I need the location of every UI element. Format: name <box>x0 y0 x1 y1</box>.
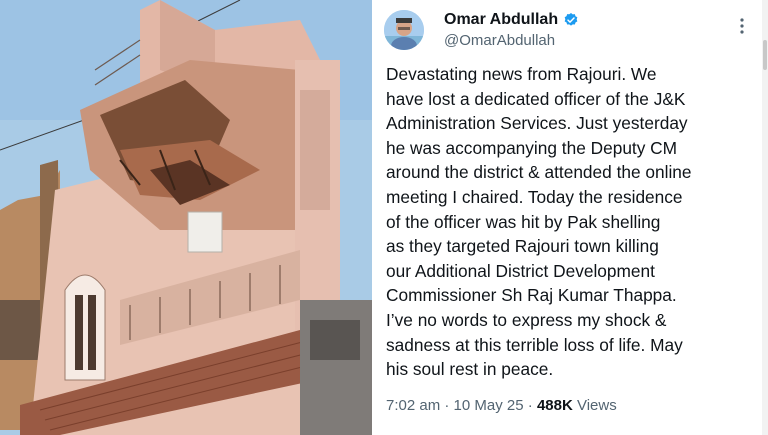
scrollbar-thumb[interactable] <box>763 40 767 70</box>
damaged-building-photo <box>0 0 372 435</box>
verified-badge-icon <box>563 12 579 28</box>
views-label: Views <box>572 397 617 414</box>
tweet-time[interactable]: 7:02 am <box>386 397 440 414</box>
more-options-icon[interactable] <box>740 17 744 35</box>
meta-separator-2: · <box>523 397 537 414</box>
author-name[interactable]: Omar Abdullah <box>444 11 558 29</box>
meta-separator: · <box>440 397 454 414</box>
views-count: 488K <box>536 397 573 414</box>
tweet-date[interactable]: 10 May 25 <box>454 397 524 414</box>
author-avatar[interactable] <box>384 10 424 50</box>
author-handle[interactable]: @OmarAbdullah <box>444 32 555 49</box>
tweet-meta: 7:02 am · 10 May 25 · 488K Views <box>386 397 617 414</box>
tweet-text: Devastating news from Rajouri. We have l… <box>386 64 692 380</box>
scrollbar[interactable] <box>762 0 768 435</box>
tweet-card: Omar Abdullah @OmarAbdullah Devastating … <box>372 0 768 435</box>
